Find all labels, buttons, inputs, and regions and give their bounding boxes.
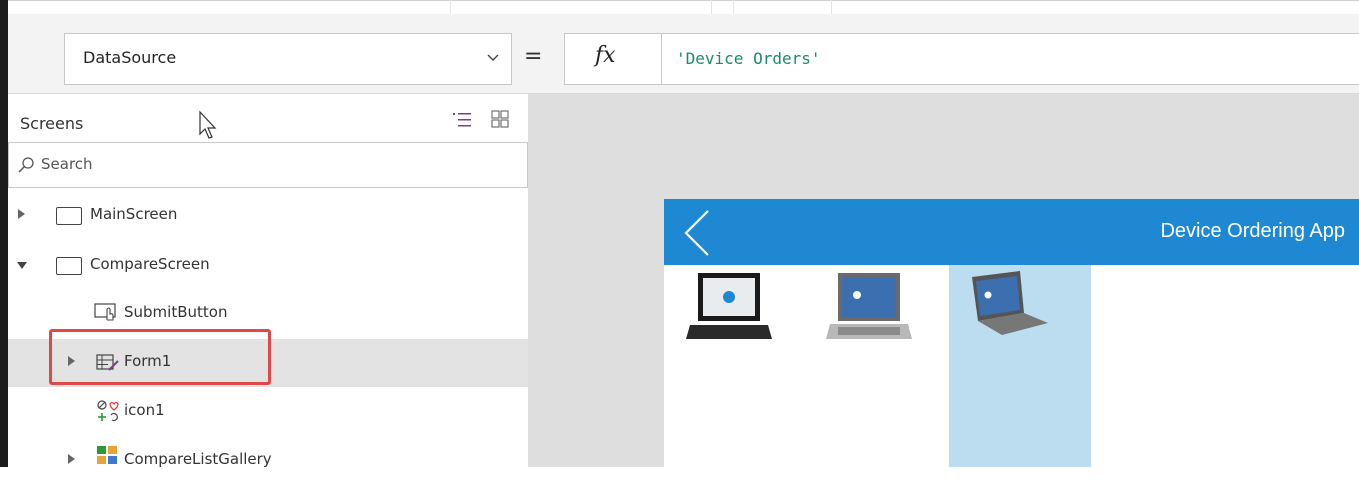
search-placeholder: Search bbox=[41, 155, 93, 173]
formula-text: 'Device Orders' bbox=[676, 49, 821, 68]
tree-item-comparescreen[interactable]: CompareScreen bbox=[8, 242, 528, 290]
top-tab-strip bbox=[450, 0, 832, 14]
mouse-cursor-icon bbox=[199, 110, 217, 139]
expand-arrow-icon[interactable] bbox=[68, 454, 75, 464]
equals-sign: = bbox=[524, 44, 543, 69]
chevron-down-icon bbox=[487, 54, 499, 61]
search-icon bbox=[18, 157, 34, 173]
formula-bar: DataSource = fx 'Device Orders' bbox=[8, 14, 1359, 94]
tree-item-label: CompareScreen bbox=[90, 255, 210, 273]
function-button[interactable]: fx bbox=[564, 33, 662, 85]
screen-icon bbox=[56, 257, 82, 275]
thumbnail-view-icon[interactable] bbox=[490, 109, 510, 129]
app-header-bar: Device Ordering App bbox=[664, 199, 1359, 265]
tree-item-label: CompareListGallery bbox=[124, 450, 272, 468]
tree-item-comparelistgallery[interactable]: CompareListGallery bbox=[8, 437, 528, 485]
annotation-highlight-box bbox=[49, 329, 271, 385]
tree-item-label: SubmitButton bbox=[124, 303, 228, 321]
back-arrow-icon[interactable] bbox=[682, 209, 712, 257]
screen-icon bbox=[56, 207, 82, 225]
gallery-icon bbox=[97, 446, 117, 464]
button-icon bbox=[94, 303, 116, 321]
app-title: Device Ordering App bbox=[1160, 220, 1345, 242]
tree-view-pane: Screens Search MainScreen CompareScreen … bbox=[8, 94, 528, 468]
tree-item-icon1[interactable]: icon1 bbox=[8, 388, 528, 436]
property-dropdown[interactable]: DataSource bbox=[64, 33, 512, 85]
icons-control-icon bbox=[97, 400, 119, 422]
fx-icon: fx bbox=[595, 43, 616, 68]
tree-list-view-icon[interactable] bbox=[451, 110, 473, 130]
design-canvas[interactable]: Device Ordering App bbox=[528, 94, 1359, 467]
expand-arrow-icon[interactable] bbox=[18, 209, 25, 219]
tree-item-label: icon1 bbox=[124, 401, 165, 419]
formula-input[interactable]: 'Device Orders' bbox=[661, 33, 1359, 85]
window-frame-left bbox=[0, 0, 8, 467]
app-preview-screen: Device Ordering App bbox=[664, 199, 1359, 467]
laptop-hp-elitebook-icon[interactable] bbox=[824, 269, 914, 347]
search-input[interactable]: Search bbox=[8, 142, 528, 188]
property-dropdown-value: DataSource bbox=[83, 48, 177, 67]
tree-view-header: Screens bbox=[8, 94, 528, 142]
tree-item-mainscreen[interactable]: MainScreen bbox=[8, 192, 528, 240]
tree-item-label: MainScreen bbox=[90, 205, 178, 223]
laptop-hp-probook-icon[interactable] bbox=[962, 269, 1052, 347]
laptop-hp-black-icon[interactable] bbox=[684, 269, 774, 347]
collapse-arrow-icon[interactable] bbox=[17, 262, 27, 269]
tree-view-title: Screens bbox=[20, 114, 84, 133]
